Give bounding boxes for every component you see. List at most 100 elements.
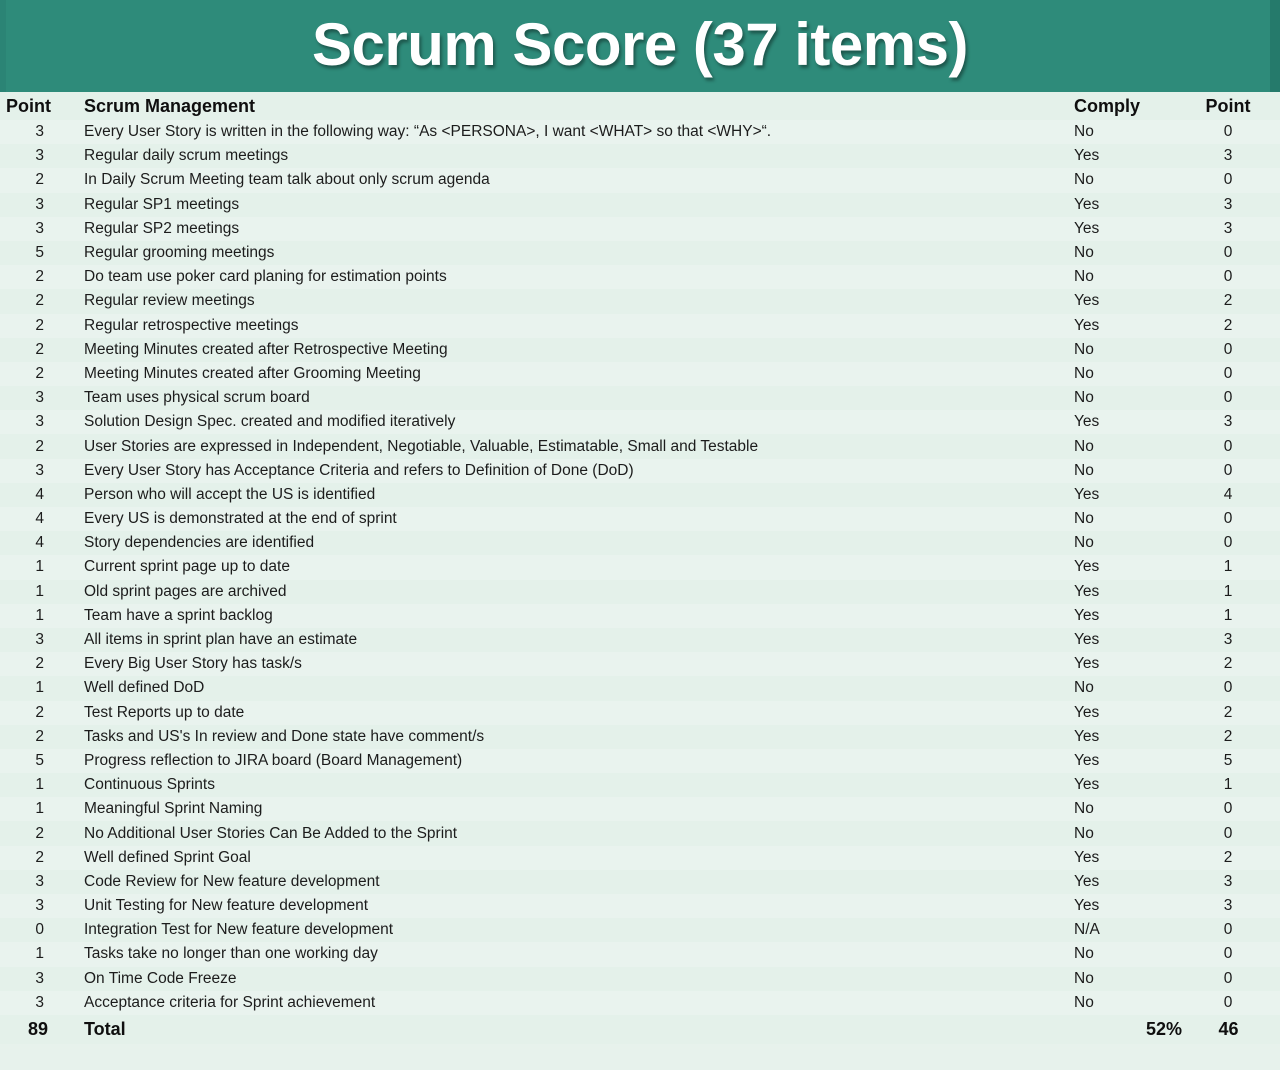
row-description: Person who will accept the US is identif… (70, 482, 1070, 507)
row-comply: No (1070, 990, 1188, 1015)
scrum-score-table: Point Scrum Management Comply Point 3 Eve… (0, 92, 1280, 1046)
table-row: 1 Team have a sprint backlog Yes 1 (0, 603, 1280, 628)
row-point-score: 3 (1188, 894, 1280, 919)
row-description: Regular retrospective meetings (70, 313, 1070, 338)
row-point-max: 2 (0, 434, 70, 459)
table-row: 3 On Time Code Freeze No 0 (0, 966, 1280, 991)
row-comply: Yes (1070, 894, 1188, 919)
row-comply: Yes (1070, 555, 1188, 580)
row-description: User Stories are expressed in Independen… (70, 434, 1070, 459)
table-row: 1 Well defined DoD No 0 (0, 676, 1280, 701)
row-point-score: 0 (1188, 507, 1280, 532)
row-comply: Yes (1070, 216, 1188, 241)
row-comply: No (1070, 434, 1188, 459)
row-comply: Yes (1070, 869, 1188, 894)
table-row: 2 Meeting Minutes created after Retrospec… (0, 337, 1280, 362)
table-row: 2 Test Reports up to date Yes 2 (0, 700, 1280, 725)
row-point-max: 2 (0, 700, 70, 725)
table-row: 1 Current sprint page up to date Yes 1 (0, 555, 1280, 580)
row-point-max: 5 (0, 240, 70, 266)
row-point-max: 3 (0, 216, 70, 241)
row-point-max: 1 (0, 773, 70, 798)
row-comply: Yes (1070, 627, 1188, 653)
row-point-score: 0 (1188, 531, 1280, 556)
row-description: Do team use poker card planing for estim… (70, 265, 1070, 290)
row-point-score: 2 (1188, 724, 1280, 749)
row-description: Unit Testing for New feature development (70, 894, 1070, 919)
row-description: Solution Design Spec. created and modifi… (70, 410, 1070, 435)
header-point-left: Point (0, 92, 70, 120)
table-row: 5 Progress reflection to JIRA board (Boar… (0, 748, 1280, 774)
row-comply: Yes (1070, 773, 1188, 798)
row-comply: Yes (1070, 410, 1188, 435)
table-row: 2 Tasks and US's In review and Done state… (0, 724, 1280, 749)
row-point-max: 2 (0, 313, 70, 338)
row-point-score: 3 (1188, 869, 1280, 894)
row-description: Every User Story has Acceptance Criteria… (70, 458, 1070, 483)
row-comply: No (1070, 797, 1188, 822)
row-point-max: 2 (0, 821, 70, 846)
table-row: 2 Regular retrospective meetings Yes 2 (0, 313, 1280, 338)
row-description: Every Big User Story has task/s (70, 652, 1070, 677)
row-point-score: 3 (1188, 144, 1280, 169)
row-point-max: 4 (0, 507, 70, 532)
row-description: Team have a sprint backlog (70, 603, 1070, 628)
row-comply: No (1070, 337, 1188, 362)
row-point-max: 2 (0, 724, 70, 749)
table-row: 3 Solution Design Spec. created and modif… (0, 410, 1280, 435)
table-row: 2 Meeting Minutes created after Grooming … (0, 361, 1280, 387)
row-point-score: 1 (1188, 773, 1280, 798)
row-description: Progress reflection to JIRA board (Board… (70, 748, 1070, 774)
row-point-max: 2 (0, 652, 70, 677)
row-point-max: 3 (0, 144, 70, 169)
row-description: No Additional User Stories Can Be Added … (70, 821, 1070, 846)
row-description: All items in sprint plan have an estimat… (70, 627, 1070, 653)
row-point-score: 5 (1188, 748, 1280, 774)
row-description: Meeting Minutes created after Retrospect… (70, 337, 1070, 362)
row-point-max: 3 (0, 192, 70, 217)
header-scrum-management: Scrum Management (70, 92, 1070, 120)
header-comply: Comply (1070, 92, 1188, 120)
row-point-max: 1 (0, 603, 70, 628)
header-point-right: Point (1188, 92, 1280, 120)
row-point-max: 3 (0, 894, 70, 919)
row-point-score: 2 (1188, 845, 1280, 870)
table-header-row: Point Scrum Management Comply Point (0, 92, 1280, 120)
row-point-score: 0 (1188, 797, 1280, 822)
row-point-max: 1 (0, 797, 70, 822)
row-description: Test Reports up to date (70, 700, 1070, 725)
row-comply: No (1070, 531, 1188, 556)
row-point-max: 1 (0, 579, 70, 604)
row-point-max: 4 (0, 531, 70, 556)
row-point-score: 4 (1188, 482, 1280, 507)
table-row: 5 Regular grooming meetings No 0 (0, 240, 1280, 266)
row-point-score: 0 (1188, 168, 1280, 193)
row-point-score: 0 (1188, 265, 1280, 290)
row-description: Well defined DoD (70, 676, 1070, 701)
total-score: 46 (1188, 1014, 1280, 1046)
total-label: Total (70, 1014, 1070, 1046)
row-point-max: 2 (0, 337, 70, 362)
row-comply: Yes (1070, 313, 1188, 338)
table-row: 1 Continuous Sprints Yes 1 (0, 773, 1280, 798)
row-description: Old sprint pages are archived (70, 579, 1070, 604)
row-point-max: 2 (0, 361, 70, 387)
row-comply: Yes (1070, 144, 1188, 169)
table-row: 3 Regular SP1 meetings Yes 3 (0, 192, 1280, 217)
row-description: Team uses physical scrum board (70, 386, 1070, 411)
table-row: 2 Regular review meetings Yes 2 (0, 289, 1280, 314)
row-point-score: 0 (1188, 361, 1280, 387)
score-table-container: Point Scrum Management Comply Point 3 Eve… (0, 92, 1280, 1070)
row-point-max: 3 (0, 386, 70, 411)
row-point-max: 1 (0, 555, 70, 580)
table-row: 4 Person who will accept the US is identi… (0, 482, 1280, 507)
row-comply: No (1070, 676, 1188, 701)
row-description: Code Review for New feature development (70, 869, 1070, 894)
row-point-score: 2 (1188, 652, 1280, 677)
table-row: 2 No Additional User Stories Can Be Added… (0, 821, 1280, 846)
row-description: Regular SP1 meetings (70, 192, 1070, 217)
table-row: 3 Regular SP2 meetings Yes 3 (0, 216, 1280, 241)
row-point-score: 3 (1188, 216, 1280, 241)
table-row: 1 Tasks take no longer than one working d… (0, 942, 1280, 967)
table-row: 3 Every User Story is written in the foll… (0, 120, 1280, 145)
